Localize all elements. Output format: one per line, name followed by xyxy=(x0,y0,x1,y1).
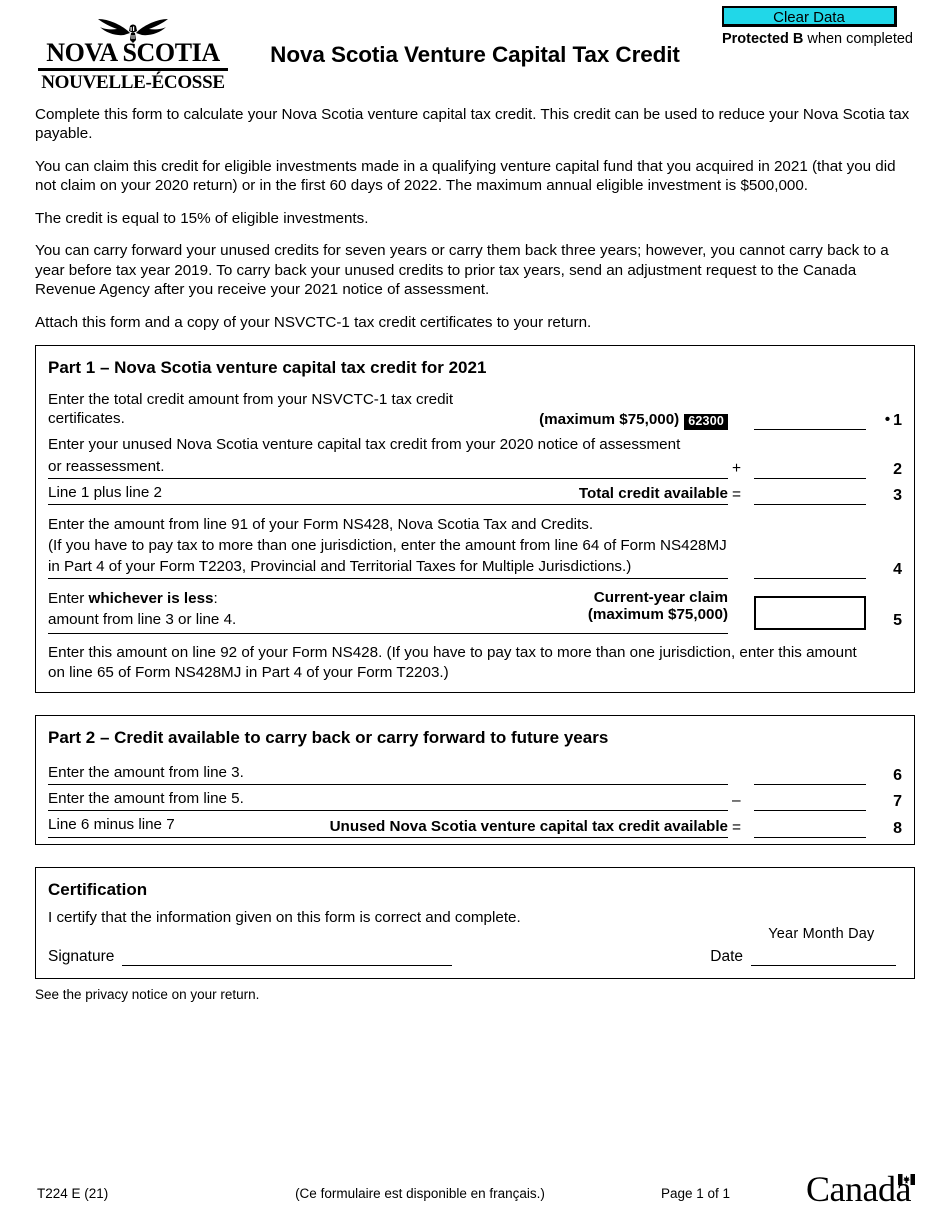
part-1-note-line-a: Enter this amount on line 92 of your For… xyxy=(48,644,857,662)
line-1-label: Enter the total credit amount from your … xyxy=(48,391,454,428)
french-version-note: (Ce formulaire est disponible en françai… xyxy=(295,1186,545,1201)
line-7-number: 7 xyxy=(893,793,902,811)
line-3-row: Line 1 plus line 2 Total credit availabl… xyxy=(48,479,902,505)
line-3-operator: = xyxy=(732,485,742,503)
line-8-label: Line 6 minus line 7 xyxy=(48,816,175,834)
part-2-title: Part 2 – Credit available to carry back … xyxy=(48,728,609,748)
signature-label: Signature xyxy=(48,947,115,965)
signature-date-row: Signature Year Month Day Date xyxy=(48,926,902,966)
line-5-label-b: amount from line 3 or line 4. xyxy=(48,611,237,629)
canada-flag-icon xyxy=(898,1174,915,1185)
line-4-number: 4 xyxy=(893,561,902,579)
date-label: Date xyxy=(710,947,743,965)
part-2-section: Part 2 – Credit available to carry back … xyxy=(35,715,915,845)
line-2-number: 2 xyxy=(893,460,902,478)
intro-paragraph-2: You can claim this credit for eligible i… xyxy=(35,157,896,195)
line-1-row: Enter the total credit amount from your … xyxy=(48,390,902,431)
line-5-label-prefix: Enter xyxy=(48,590,89,608)
line-4-label-a: Enter the amount from line 91 of your Fo… xyxy=(48,515,594,533)
line-6-number: 6 xyxy=(893,767,902,785)
line-6-amount-input[interactable] xyxy=(754,764,866,786)
line-5-row: Enter whichever is less: amount from lin… xyxy=(48,589,902,635)
line-5-label-a: Enter whichever is less: xyxy=(48,589,576,610)
clear-data-button[interactable]: Clear Data xyxy=(721,6,897,27)
intro-paragraph-3: The credit is equal to 15% of eligible i… xyxy=(35,209,369,227)
line-3-label: Line 1 plus line 2 xyxy=(48,483,162,501)
intro-paragraph-1: Complete this form to calculate your Nov… xyxy=(35,106,910,143)
line-8-number: 8 xyxy=(893,819,902,837)
intro-text: Complete this form to calculate your Nov… xyxy=(35,105,915,332)
line-1-number: 1 xyxy=(885,411,902,429)
line-2-operator: + xyxy=(732,459,742,477)
protected-b-notice: Protected B when completed xyxy=(722,31,913,47)
canada-wordmark-text: Canada xyxy=(806,1169,911,1209)
line-2-amount-input[interactable] xyxy=(754,458,866,479)
line-4-amount-cell xyxy=(754,558,866,580)
line-8-row: Line 6 minus line 7 Unused Nova Scotia v… xyxy=(48,811,902,838)
line-7-label: Enter the amount from line 5. xyxy=(48,785,728,812)
line-7-amount-input[interactable] xyxy=(754,790,866,812)
header-right-block: Clear Data Protected B when completed xyxy=(721,6,913,47)
form-footer: T224 E (21) (Ce formulaire est disponibl… xyxy=(35,1165,915,1207)
line-1-maximum-note: (maximum $75,000) xyxy=(539,411,680,429)
protected-b-suffix: when completed xyxy=(803,31,913,47)
line-5-bold-label: Current-year claim xyxy=(593,589,728,607)
line-4-label-b: (If you have to pay tax to more than one… xyxy=(48,536,727,554)
line-3-bold-label: Total credit available xyxy=(578,484,728,502)
line-2-amount-cell xyxy=(754,458,866,479)
signature-input[interactable] xyxy=(122,951,453,966)
part-1-note: Enter this amount on line 92 of your For… xyxy=(48,643,902,682)
line-3-amount-input[interactable] xyxy=(754,484,866,505)
intro-paragraph-4: You can carry forward your unused credit… xyxy=(35,242,889,299)
line-4-amount-input[interactable] xyxy=(754,558,866,580)
line-5-label-suffix: : xyxy=(213,590,218,608)
line-8-bold-label: Unused Nova Scotia venture capital tax c… xyxy=(329,817,728,835)
line-7-amount-cell xyxy=(754,790,866,812)
year-month-day-label: Year Month Day xyxy=(768,925,875,942)
line-8-amount-input[interactable] xyxy=(754,817,866,838)
date-group: Year Month Day Date xyxy=(710,926,902,966)
form-page: NOVA SCOTIA NOUVELLE-ÉCOSSE Nova Scotia … xyxy=(0,0,950,1230)
line-5-number: 5 xyxy=(893,612,902,630)
line-2-label-a: Enter your unused Nova Scotia venture ca… xyxy=(48,436,681,454)
line-6-amount-cell xyxy=(754,764,866,786)
certification-section: Certification I certify that the informa… xyxy=(35,866,915,979)
line-7-operator: – xyxy=(732,792,741,810)
page-number: Page 1 of 1 xyxy=(660,1186,730,1201)
line-2-label-b: or reassessment. xyxy=(48,457,728,479)
line-8-amount-cell xyxy=(754,817,866,838)
line-1-amount-input[interactable] xyxy=(754,409,866,431)
certification-title: Certification xyxy=(48,879,148,899)
privacy-notice: See the privacy notice on your return. xyxy=(35,986,260,1002)
line-5-maximum-note: (maximum $75,000) xyxy=(587,606,728,624)
logo-text-french: NOUVELLE-ÉCOSSE xyxy=(41,71,225,93)
line-6-label: Enter the amount from line 3. xyxy=(48,760,728,786)
line-5-label-emphasis: whichever is less xyxy=(88,590,214,608)
line-8-operator: = xyxy=(732,818,742,836)
intro-paragraph-5: Attach this form and a copy of your NSVC… xyxy=(35,313,592,331)
part-1-title: Part 1 – Nova Scotia venture capital tax… xyxy=(48,358,487,378)
line-2-row: Enter your unused Nova Scotia venture ca… xyxy=(48,430,902,479)
part-1-note-line-b: on line 65 of Form NS428MJ in Part 4 of … xyxy=(48,663,449,681)
line-5-amount-cell xyxy=(754,596,866,634)
line-7-row: Enter the amount from line 5. – 7 xyxy=(48,785,902,812)
part-1-section: Part 1 – Nova Scotia venture capital tax… xyxy=(35,345,915,694)
line-1-field-code: 62300 xyxy=(684,413,728,431)
line-6-row: Enter the amount from line 3. 6 xyxy=(48,760,902,786)
date-input[interactable] xyxy=(751,951,896,966)
line-4-label-c: in Part 4 of your Form T2203, Provincial… xyxy=(48,557,728,580)
line-1-amount-cell xyxy=(754,409,866,431)
form-header: NOVA SCOTIA NOUVELLE-ÉCOSSE Nova Scotia … xyxy=(35,0,915,95)
canada-wordmark: Canada xyxy=(806,1171,915,1207)
line-4-row: Enter the amount from line 91 of your Fo… xyxy=(48,515,902,580)
protected-b-label: Protected B xyxy=(721,31,804,47)
line-5-amount-input[interactable] xyxy=(754,596,866,631)
certification-statement: I certify that the information given on … xyxy=(48,908,521,926)
line-3-amount-cell xyxy=(754,484,866,505)
line-3-number: 3 xyxy=(893,486,902,504)
